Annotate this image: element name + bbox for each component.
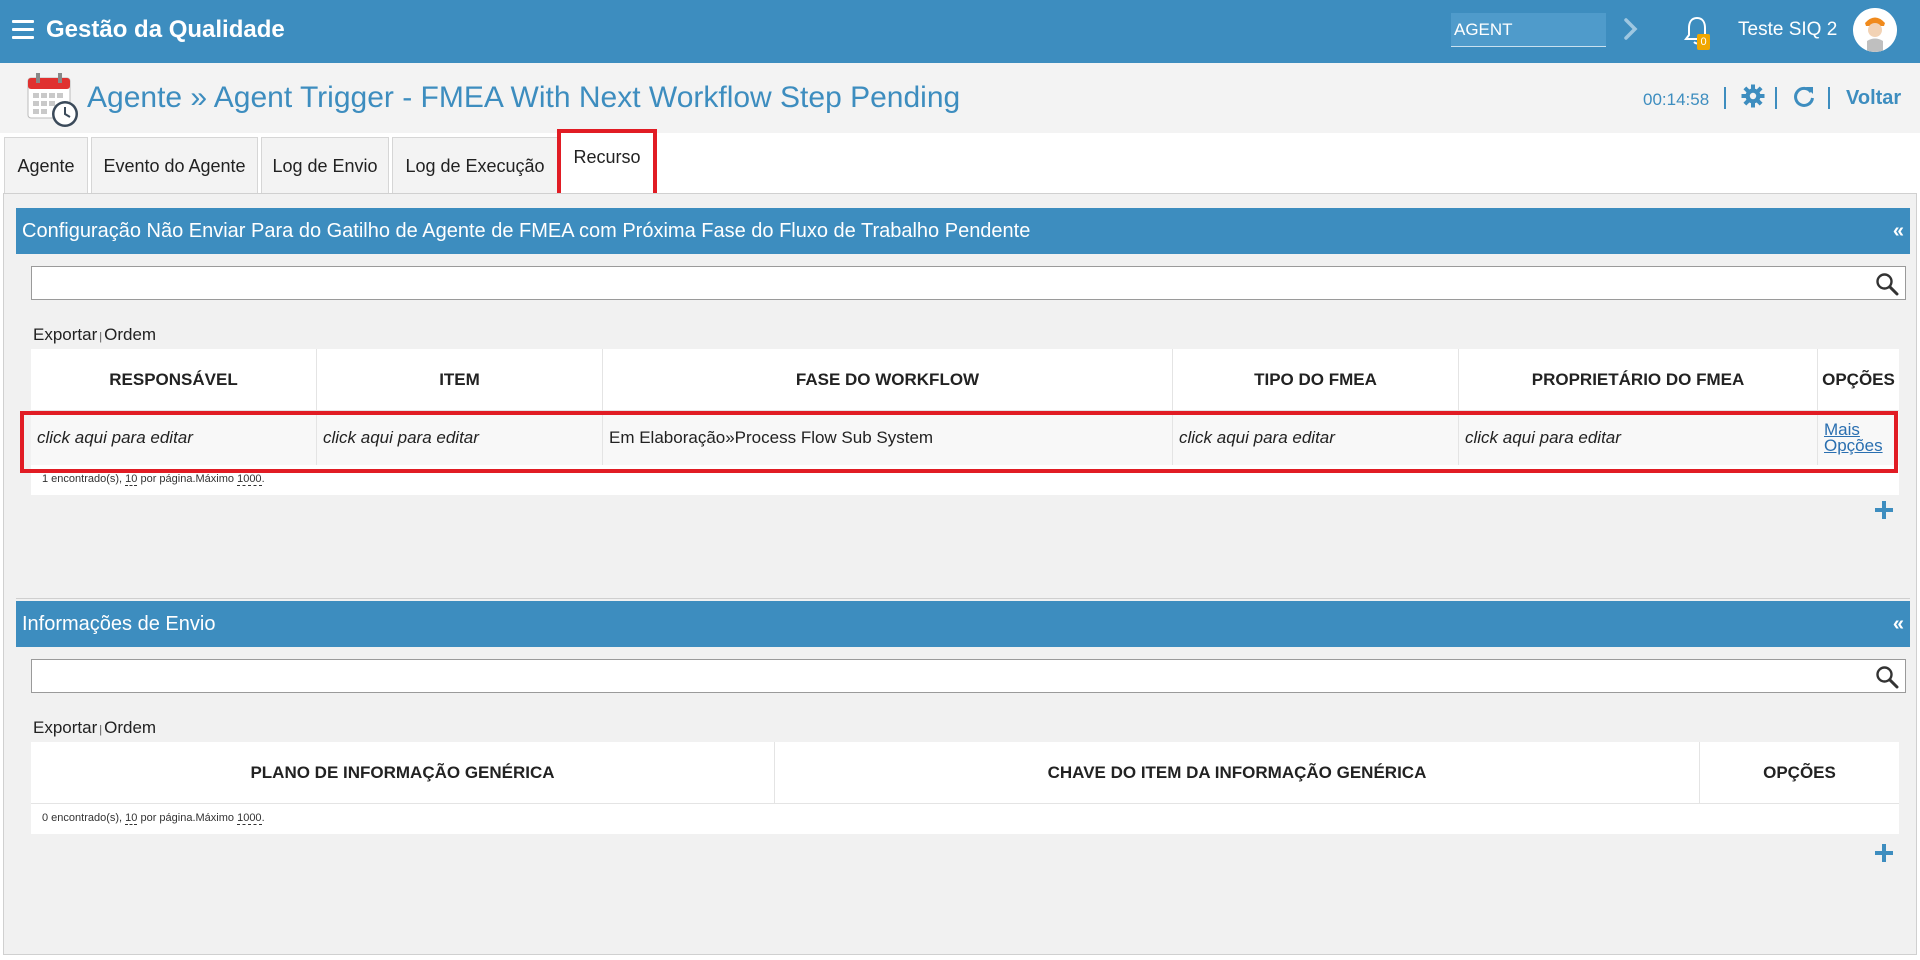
search-icon[interactable]	[1875, 665, 1899, 689]
cell-tipo-fmea[interactable]: click aqui para editar	[1173, 411, 1459, 465]
pager-info: 0 encontrado(s), 10 por página.Máximo 10…	[42, 812, 265, 825]
back-link[interactable]: Voltar	[1846, 87, 1901, 110]
user-avatar-icon	[1853, 8, 1897, 52]
panel-title: Informações de Envio	[22, 613, 216, 635]
page-header: Agente » Agent Trigger - FMEA With Next …	[0, 63, 1920, 133]
pager-info: 1 encontrado(s), 10 por página.Máximo 10…	[42, 473, 265, 486]
search-input[interactable]	[32, 267, 1905, 299]
column-header[interactable]: FASE DO WORKFLOW	[603, 349, 1173, 410]
chevron-right-icon[interactable]	[1620, 14, 1642, 44]
tab-log-de-execucao[interactable]: Log de Execução	[392, 137, 558, 193]
tab-agente[interactable]: Agente	[4, 137, 88, 193]
grid-header: RESPONSÁVEL ITEM FASE DO WORKFLOW TIPO D…	[31, 349, 1899, 411]
app-title: Gestão da Qualidade	[46, 16, 285, 43]
tab-log-de-envio[interactable]: Log de Envio	[261, 137, 389, 193]
panel-divider	[16, 598, 1910, 599]
column-header[interactable]: PLANO DE INFORMAÇÃO GENÉRICA	[31, 742, 775, 803]
tab-evento-do-agente[interactable]: Evento do Agente	[91, 137, 258, 193]
per-page-link[interactable]: 10	[125, 812, 138, 825]
per-page-link[interactable]: 10	[125, 473, 138, 486]
tab-recurso[interactable]: Recurso	[557, 129, 657, 199]
cell-item[interactable]: click aqui para editar	[317, 411, 603, 465]
refresh-icon[interactable]	[1792, 84, 1816, 108]
column-header: OPÇÕES	[1763, 762, 1836, 782]
export-link[interactable]: Exportar	[33, 325, 97, 344]
panel-header-config[interactable]: Configuração Não Enviar Para do Gatilho …	[16, 208, 1910, 254]
header-separator	[1724, 87, 1726, 109]
cell-responsavel[interactable]: click aqui para editar	[31, 411, 317, 465]
panel-title: Configuração Não Enviar Para do Gatilho …	[22, 220, 1031, 242]
page-title: Agente » Agent Trigger - FMEA With Next …	[87, 81, 961, 114]
search-box	[31, 659, 1906, 693]
session-timer: 00:14:58	[1643, 90, 1710, 109]
max-link[interactable]: 1000	[237, 812, 262, 825]
top-bar: Gestão da Qualidade 0 Teste SIQ 2	[0, 0, 1920, 63]
collapse-icon[interactable]: «	[1893, 208, 1904, 254]
gear-icon[interactable]	[1741, 84, 1765, 108]
hamburger-menu-icon[interactable]	[12, 20, 34, 40]
grid-toolbar: Exportar | Ordem	[33, 718, 157, 737]
table-row[interactable]: click aqui para editar click aqui para e…	[31, 411, 1899, 465]
user-name[interactable]: Teste SIQ 2	[1738, 19, 1837, 41]
cell-proprietario-fmea[interactable]: click aqui para editar	[1459, 411, 1818, 465]
content-area: Configuração Não Enviar Para do Gatilho …	[3, 193, 1917, 955]
search-input[interactable]	[32, 660, 1905, 692]
panel-header-informacoes[interactable]: Informações de Envio «	[16, 601, 1910, 647]
grid-header: PLANO DE INFORMAÇÃO GENÉRICA CHAVE DO IT…	[31, 742, 1899, 804]
column-header[interactable]: RESPONSÁVEL	[31, 349, 317, 410]
cell-fase-workflow[interactable]: Em Elaboração»Process Flow Sub System	[603, 411, 1173, 465]
column-header[interactable]: ITEM	[317, 349, 603, 410]
header-separator	[1775, 87, 1777, 109]
column-header[interactable]: TIPO DO FMEA	[1173, 349, 1459, 410]
config-grid: RESPONSÁVEL ITEM FASE DO WORKFLOW TIPO D…	[31, 349, 1899, 495]
more-options-line2: Opções	[1824, 436, 1883, 455]
column-header: OPÇÕES	[1822, 369, 1895, 389]
column-header[interactable]: CHAVE DO ITEM DA INFORMAÇÃO GENÉRICA	[775, 742, 1700, 803]
grid-toolbar: Exportar | Ordem	[33, 325, 157, 344]
order-link[interactable]: Ordem	[104, 325, 156, 344]
add-icon[interactable]	[1874, 500, 1894, 520]
search-icon[interactable]	[1875, 272, 1899, 296]
agent-search-input[interactable]	[1451, 13, 1606, 47]
avatar[interactable]	[1853, 8, 1897, 52]
export-link[interactable]: Exportar	[33, 718, 97, 737]
envio-grid: PLANO DE INFORMAÇÃO GENÉRICA CHAVE DO IT…	[31, 742, 1899, 834]
column-header[interactable]: PROPRIETÁRIO DO FMEA	[1459, 349, 1818, 410]
calendar-clock-icon	[27, 73, 78, 127]
notification-badge: 0	[1697, 34, 1710, 50]
order-link[interactable]: Ordem	[104, 718, 156, 737]
max-link[interactable]: 1000	[237, 473, 262, 486]
header-separator	[1828, 87, 1830, 109]
collapse-icon[interactable]: «	[1893, 601, 1904, 647]
add-icon[interactable]	[1874, 843, 1894, 863]
search-box	[31, 266, 1906, 300]
more-options-link[interactable]: Mais Opções	[1818, 411, 1899, 465]
